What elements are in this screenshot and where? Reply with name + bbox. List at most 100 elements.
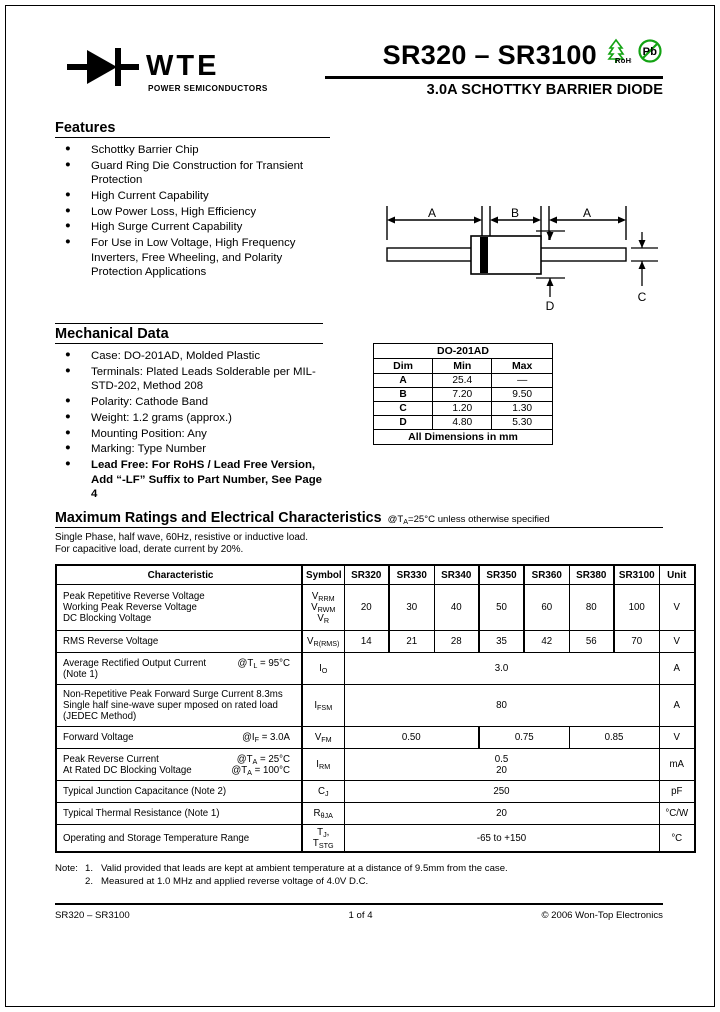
dim-col-header: Min — [432, 358, 493, 374]
table-row: All Dimensions in mm — [373, 429, 553, 445]
dim-col-header: Max — [491, 358, 553, 374]
characteristic-line: Forward Voltage — [63, 732, 134, 744]
value-sr360: 60 — [523, 584, 570, 632]
brand-tagline: POWER SEMICONDUCTORS — [148, 84, 268, 93]
note-text: Valid provided that leads are kept at am… — [101, 863, 508, 875]
table-row-average-output-current: Average Rectified Output Current @TL = 9… — [55, 652, 696, 686]
feature-item: Schottky Barrier Chip — [55, 142, 330, 157]
part-number-range: SR320 – SR3100 — [382, 40, 597, 70]
note-number: 1. — [85, 863, 94, 875]
unit-cell: °C/W — [659, 802, 696, 826]
value-sr350: 35 — [478, 630, 525, 654]
part-number-title: SR320 – SR3100 RoHS Pb — [325, 38, 663, 73]
value-line-100c: 20 — [496, 764, 507, 776]
value-sr320: 20 — [344, 584, 390, 632]
table-row-thermal-resistance: Typical Thermal Resistance (Note 1) RθJA… — [55, 802, 696, 826]
compliance-icons: RoHS Pb — [604, 38, 663, 73]
footer-page-number: 1 of 4 — [348, 909, 373, 921]
characteristic-cell: Non-Repetitive Peak Forward Surge Curren… — [55, 684, 303, 728]
symbol-cell: RθJA — [301, 802, 345, 826]
symbol-cell: TJ, TSTG — [301, 824, 345, 854]
dimensions-table: DO-201AD Dim Min Max A 25.4 — B 7.20 9.5… — [372, 343, 553, 445]
mechanical-item: Polarity: Cathode Band — [55, 394, 323, 409]
value-sr360: 42 — [523, 630, 570, 654]
value-group-sr350-sr360: 0.75 — [478, 726, 570, 750]
characteristic-line: Single half sine-wave super mposed on ra… — [63, 700, 278, 712]
symbol-cell: VR(RMS) — [301, 630, 345, 654]
mechanical-data-section: Mechanical Data Case: DO-201AD, Molded P… — [55, 323, 323, 501]
col-header-sr350: SR350 — [478, 563, 525, 586]
characteristic-line: Average Rectified Output Current — [63, 657, 207, 669]
note-item-1: Note: 1. Valid provided that leads are k… — [55, 863, 663, 876]
mechanical-heading: Mechanical Data — [55, 323, 323, 345]
symbol-cell: IO — [301, 652, 345, 686]
symbol-cell: IRM — [301, 748, 345, 782]
note-text: Measured at 1.0 MHz and applied reverse … — [101, 875, 369, 887]
note-number: 2. — [85, 875, 94, 887]
title-divider — [325, 76, 663, 79]
dim-max: 1.30 — [491, 401, 553, 416]
dim-max: — — [491, 373, 553, 388]
table-row-forward-voltage: Forward Voltage @IF = 3.0A VFM 0.50 0.75… — [55, 726, 696, 750]
value-line-25c: 0.5 — [494, 753, 509, 765]
characteristic-cell: RMS Reverse Voltage — [55, 630, 303, 654]
characteristic-cell: Operating and Storage Temperature Range — [55, 824, 303, 854]
table-row-rms-reverse-voltage: RMS Reverse Voltage VR(RMS) 14 21 28 35 … — [55, 630, 696, 654]
svg-text:A: A — [428, 206, 436, 220]
ratings-title: Maximum Ratings and Electrical Character… — [55, 510, 382, 526]
svg-text:RoHS: RoHS — [615, 56, 632, 64]
unit-cell: V — [659, 630, 696, 654]
table-row-peak-reverse-current: Peak Reverse Current @TA = 25°C At Rated… — [55, 748, 696, 782]
table-row: Dim Min Max — [372, 358, 553, 374]
characteristic-cell: Peak Repetitive Reverse Voltage Working … — [55, 584, 303, 632]
col-header-sr330: SR330 — [388, 563, 435, 586]
dim-min: 7.20 — [432, 387, 493, 402]
symbol-cell: VRRM VRWM VR — [301, 584, 345, 632]
table-row-surge-current: Non-Repetitive Peak Forward Surge Curren… — [55, 684, 696, 728]
footer-part-number: SR320 – SR3100 — [55, 909, 130, 921]
unit-cell: A — [659, 652, 696, 686]
col-header-sr320: SR320 — [344, 563, 390, 586]
characteristic-line: (Note 1) — [63, 668, 98, 680]
col-header-sr3100: SR3100 — [613, 563, 660, 586]
table-row: B 7.20 9.50 — [372, 387, 553, 402]
table-header-row: Characteristic Symbol SR320 SR330 SR340 … — [55, 563, 696, 586]
characteristic-line: (JEDEC Method) — [63, 711, 137, 723]
col-header-sr340: SR340 — [434, 563, 480, 586]
value-sr350: 50 — [478, 584, 525, 632]
ratings-heading: Maximum Ratings and Electrical Character… — [55, 510, 663, 528]
dim-name: A — [372, 373, 434, 388]
dim-col-header: Dim — [372, 358, 434, 374]
value-all-parts: 20 — [344, 802, 660, 826]
characteristic-line: Working Peak Reverse Voltage — [63, 602, 197, 614]
features-section: Features Schottky Barrier Chip Guard Rin… — [55, 120, 330, 279]
mechanical-item: Mounting Position: Any — [55, 426, 323, 441]
notes-label: Note: — [55, 863, 78, 875]
dim-table-footer: All Dimensions in mm — [373, 429, 553, 445]
dim-name: D — [372, 415, 434, 430]
features-list: Schottky Barrier Chip Guard Ring Die Con… — [55, 142, 330, 279]
lead-free-icon: Pb — [637, 38, 663, 71]
characteristic-line: At Rated DC Blocking Voltage — [63, 764, 192, 776]
product-subtitle: 3.0A SCHOTTKY BARRIER DIODE — [426, 82, 663, 98]
feature-item: For Use in Low Voltage, High Frequency I… — [55, 235, 330, 279]
mechanical-item: Marking: Type Number — [55, 441, 323, 456]
value-sr330: 30 — [388, 584, 435, 632]
svg-text:C: C — [638, 290, 647, 304]
characteristic-cell: Typical Thermal Resistance (Note 1) — [55, 802, 303, 826]
value-sr340: 40 — [434, 584, 480, 632]
value-all-parts: 80 — [344, 684, 660, 728]
note-item-2: 2. Measured at 1.0 MHz and applied rever… — [55, 876, 663, 889]
unit-cell: °C — [659, 824, 696, 854]
value-all-parts: 3.0 — [344, 652, 660, 686]
value-sr3100: 100 — [613, 584, 660, 632]
unit-cell: V — [659, 584, 696, 632]
characteristic-condition: @TA = 25°C — [236, 753, 290, 766]
feature-item: Low Power Loss, High Efficiency — [55, 204, 330, 219]
ratings-section: Maximum Ratings and Electrical Character… — [55, 510, 696, 889]
dim-name: B — [372, 387, 434, 402]
characteristic-condition: @IF = 3.0A — [242, 732, 290, 745]
characteristic-line: Non-Repetitive Peak Forward Surge Curren… — [63, 689, 283, 701]
value-group-sr380-sr3100: 0.85 — [569, 726, 660, 750]
dim-min: 4.80 — [432, 415, 493, 430]
